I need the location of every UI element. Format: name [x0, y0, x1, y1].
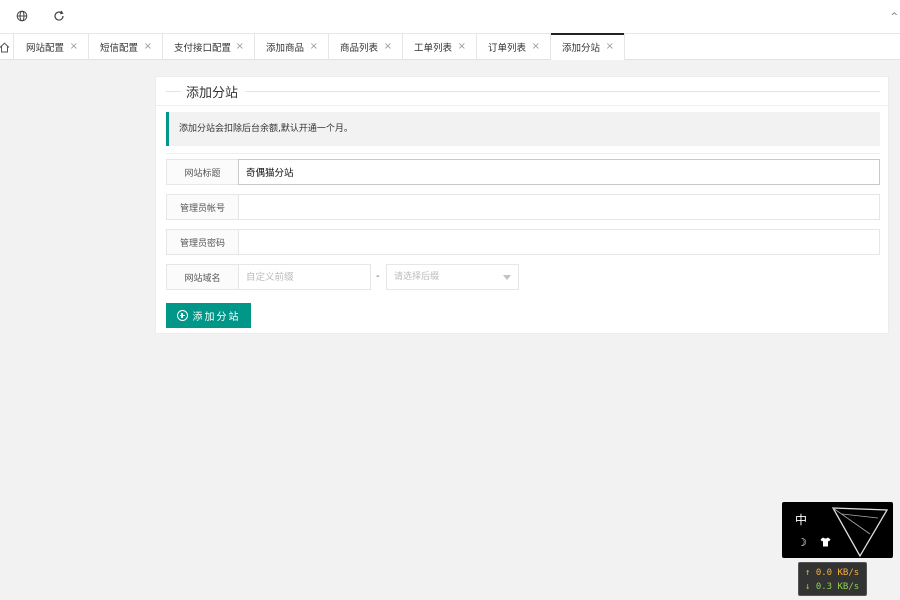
home-icon — [0, 42, 10, 52]
close-icon[interactable]: × — [144, 41, 152, 53]
admin-password-input[interactable] — [238, 229, 880, 255]
legend-line — [166, 91, 181, 92]
domain-label: 网站域名 — [166, 264, 239, 290]
triangle-logo-icon — [831, 507, 889, 558]
page-title: 添加分站 — [186, 86, 239, 101]
tab-label: 短信配置 — [100, 43, 139, 54]
chevron-down-icon — [503, 275, 511, 280]
add-substation-button[interactable]: 添加分站 — [166, 303, 251, 328]
legend-line — [245, 91, 880, 92]
close-icon[interactable]: × — [70, 41, 78, 53]
tab-product-list[interactable]: 商品列表 × — [329, 34, 403, 60]
tab-label: 订单列表 — [488, 43, 527, 54]
admin-account-label: 管理员帐号 — [166, 194, 239, 220]
admin-password-label: 管理员密码 — [166, 229, 239, 255]
domain-suffix-select[interactable]: 请选择后缀 — [386, 264, 519, 290]
floating-widget[interactable]: 中 ☽ — [782, 502, 893, 558]
divider — [166, 153, 880, 154]
tab-site-config[interactable]: 网站配置 × — [15, 34, 89, 60]
close-icon[interactable]: × — [310, 41, 318, 53]
notice-banner: 添加分站会扣除后台余额,默认开通一个月。 — [166, 112, 880, 146]
close-icon[interactable]: × — [532, 41, 540, 53]
upload-speed: ↑ 0.0 KB/s — [805, 568, 860, 578]
tab-order-list[interactable]: 订单列表 × — [477, 34, 551, 60]
tab-payment-config[interactable]: 支付接口配置 × — [163, 34, 255, 60]
close-icon[interactable]: × — [236, 41, 244, 53]
refresh-icon[interactable] — [52, 9, 66, 23]
tab-sms-config[interactable]: 短信配置 × — [89, 34, 163, 60]
top-toolbar: ^ — [0, 0, 900, 33]
tabs-bar: 网站配置 × 短信配置 × 支付接口配置 × 添加商品 × 商品列表 × 工单列… — [0, 33, 900, 60]
site-title-input[interactable] — [238, 159, 880, 185]
network-speed-monitor: ↑ 0.0 KB/s ↓ 0.3 KB/s — [798, 562, 867, 596]
admin-account-input[interactable] — [238, 194, 880, 220]
close-icon[interactable]: × — [458, 41, 466, 53]
tab-label: 商品列表 — [340, 43, 379, 54]
tab-add-product[interactable]: 添加商品 × — [255, 34, 329, 60]
domain-separator: - — [376, 271, 380, 282]
add-substation-card: 添加分站 添加分站会扣除后台余额,默认开通一个月。 网站标题 管理员帐号 管理员… — [155, 76, 890, 334]
plus-circle-icon — [176, 310, 188, 321]
close-icon[interactable]: × — [384, 41, 392, 53]
button-label: 添加分站 — [192, 312, 241, 323]
tab-add-substation[interactable]: 添加分站 × — [551, 33, 625, 60]
close-icon[interactable]: × — [606, 41, 614, 53]
language-indicator[interactable]: 中 — [795, 511, 807, 528]
tab-label: 支付接口配置 — [174, 43, 232, 54]
moon-icon[interactable]: ☽ — [797, 536, 807, 549]
form-legend: 添加分站 — [156, 77, 890, 105]
globe-icon[interactable] — [15, 9, 29, 23]
tab-label: 工单列表 — [414, 43, 453, 54]
tab-label: 添加分站 — [562, 43, 601, 54]
edge-mark: ^ — [890, 12, 898, 22]
home-tab[interactable] — [0, 34, 14, 60]
download-speed: ↓ 0.3 KB/s — [805, 582, 860, 592]
site-title-label: 网站标题 — [166, 159, 239, 185]
domain-prefix-input[interactable] — [238, 264, 371, 290]
tab-label: 添加商品 — [266, 43, 305, 54]
tab-label: 网站配置 — [26, 43, 65, 54]
divider — [156, 105, 890, 106]
select-placeholder: 请选择后缀 — [394, 272, 440, 282]
tab-list: 网站配置 × 短信配置 × 支付接口配置 × 添加商品 × 商品列表 × 工单列… — [15, 33, 625, 60]
tab-ticket-list[interactable]: 工单列表 × — [403, 34, 477, 60]
